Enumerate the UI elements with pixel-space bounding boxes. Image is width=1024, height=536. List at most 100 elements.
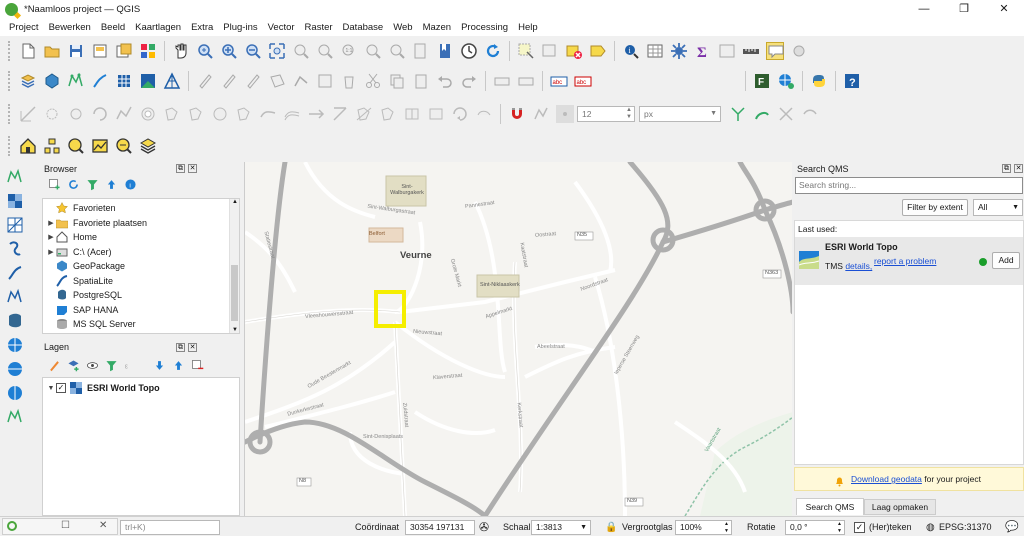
messages-icon[interactable]: 💬	[1005, 520, 1019, 535]
menu-vector[interactable]: Vector	[268, 22, 295, 33]
scale-input[interactable]: 1:3813 ▼	[531, 520, 591, 535]
reshape-features-icon[interactable]	[259, 105, 277, 123]
open-project-icon[interactable]	[43, 42, 61, 60]
tab-search-qms[interactable]: Search QMS	[796, 498, 864, 515]
refresh-browser-icon[interactable]	[67, 178, 80, 191]
rotate-point-symbols-icon[interactable]	[451, 105, 469, 123]
menu-bewerken[interactable]: Bewerken	[49, 22, 91, 33]
browser-item-favorieten[interactable]: Favorieten	[43, 201, 239, 216]
add-service-button[interactable]: Add	[992, 252, 1020, 269]
browser-item-home[interactable]: ▶ Home	[43, 230, 239, 245]
paste-features-icon[interactable]	[412, 72, 430, 90]
expand-arrow-icon[interactable]: ▶	[46, 233, 56, 241]
save-project-icon[interactable]	[67, 42, 85, 60]
rotate-feature-icon[interactable]	[91, 105, 109, 123]
browser-item-ms-sql-server[interactable]: MS SQL Server	[43, 317, 239, 332]
add-postgis-icon[interactable]	[6, 312, 24, 330]
refresh-icon[interactable]	[484, 42, 502, 60]
expand-arrow-icon[interactable]: ▶	[46, 219, 56, 227]
add-virtual-icon[interactable]	[6, 288, 24, 306]
metasearch-icon[interactable]	[777, 72, 795, 90]
collapse-all-icon[interactable]	[105, 178, 118, 191]
search-location-icon[interactable]	[67, 137, 85, 155]
open-field-calculator-icon[interactable]	[718, 42, 736, 60]
menu-web[interactable]: Web	[393, 22, 412, 33]
qms-close-button[interactable]: ✕	[1014, 164, 1023, 173]
new-print-layout-icon[interactable]	[91, 42, 109, 60]
select-expression-icon[interactable]	[589, 42, 607, 60]
tracing-icon[interactable]	[801, 105, 819, 123]
bookmarks-icon[interactable]	[412, 42, 430, 60]
label-settings-icon[interactable]	[517, 72, 535, 90]
python-console-icon[interactable]	[810, 72, 828, 90]
menu-extra[interactable]: Extra	[191, 22, 213, 33]
zoom-search-icon[interactable]	[115, 137, 133, 155]
add-part-icon[interactable]	[163, 105, 181, 123]
data-source-manager-icon[interactable]	[19, 72, 37, 90]
layers-float-button[interactable]: ⧉	[176, 343, 185, 352]
circular-string-icon[interactable]	[43, 105, 61, 123]
self-snapping-icon[interactable]	[753, 105, 771, 123]
split-features-icon[interactable]	[355, 105, 373, 123]
delete-selected-icon[interactable]	[340, 72, 358, 90]
add-mesh-layer-icon[interactable]	[163, 72, 181, 90]
layer-visibility-checkbox[interactable]: ✓	[56, 383, 66, 394]
render-checkbox[interactable]: ✓	[854, 522, 865, 533]
qms-filter-select[interactable]: All ▼	[973, 199, 1023, 216]
menu-raster[interactable]: Raster	[305, 22, 333, 33]
field-calculator-icon[interactable]: F	[753, 72, 771, 90]
browser-item-geopackage[interactable]: GeoPackage	[43, 259, 239, 274]
layers-stack-icon[interactable]	[139, 137, 157, 155]
undo-icon[interactable]	[436, 72, 454, 90]
expand-arrow-icon[interactable]: ▶	[46, 248, 56, 256]
locator-restore-icon[interactable]: ☐	[61, 520, 70, 531]
coordinate-input[interactable]: 30354 197131	[405, 520, 475, 535]
toggle-editing-icon[interactable]	[220, 72, 238, 90]
browser-item-spatialite[interactable]: SpatiaLite	[43, 274, 239, 289]
add-vector-layer-icon[interactable]	[6, 168, 24, 186]
properties-icon[interactable]: i	[124, 178, 137, 191]
copy-features-icon[interactable]	[388, 72, 406, 90]
zoom-last-icon[interactable]	[364, 42, 382, 60]
layer-row-esri-world-topo[interactable]: ▼ ✓ ESRI World Topo	[43, 381, 239, 396]
add-wms-icon[interactable]	[6, 336, 24, 354]
new-virtual-layer-icon[interactable]	[115, 72, 133, 90]
trim-extend-icon[interactable]	[331, 105, 349, 123]
menu-processing[interactable]: Processing	[461, 22, 508, 33]
menu-kaartlagen[interactable]: Kaartlagen	[135, 22, 181, 33]
menu-help[interactable]: Help	[518, 22, 538, 33]
home-tool-icon[interactable]	[19, 137, 37, 155]
filter-expression-icon[interactable]: ε	[124, 359, 137, 372]
new-vector-layer-icon[interactable]	[6, 408, 24, 426]
snap-tolerance-input[interactable]: 12 ▲ ▼	[577, 106, 635, 122]
qms-search-input[interactable]: Search string...	[795, 177, 1023, 194]
map-tips-icon[interactable]	[766, 42, 784, 60]
pan-map-icon[interactable]	[172, 42, 190, 60]
simplify-feature-icon[interactable]	[115, 105, 133, 123]
save-edits-icon[interactable]	[244, 72, 262, 90]
layer-labeling-icon[interactable]: abc	[550, 72, 568, 90]
reverse-line-icon[interactable]	[307, 105, 325, 123]
browser-item-c-acer[interactable]: ▶ C:\ (Acer)	[43, 245, 239, 260]
collapse-layers-icon[interactable]	[172, 359, 185, 372]
report-problem-link[interactable]: report a problem	[874, 256, 936, 266]
expand-all-icon[interactable]	[153, 359, 166, 372]
select-by-value-icon[interactable]	[541, 42, 559, 60]
toggle-extents-icon[interactable]: ✇	[479, 520, 489, 534]
magnifier-input[interactable]: 100% ▲ ▼	[675, 520, 732, 535]
locator-tab[interactable]: ☐ ✕	[2, 518, 118, 535]
snapping-mode-icon[interactable]	[532, 105, 550, 123]
menu-beeld[interactable]: Beeld	[101, 22, 125, 33]
shape-digitizing-icon[interactable]	[67, 105, 85, 123]
snapping-magnet-icon[interactable]	[508, 105, 526, 123]
identify-features-icon[interactable]: i	[622, 42, 640, 60]
processing-toolbox-icon[interactable]	[670, 42, 688, 60]
download-geodata-link[interactable]: Download geodata	[851, 474, 922, 484]
menu-plugins[interactable]: Plug-ins	[223, 22, 257, 33]
browser-item-postgresql[interactable]: PostgreSQL	[43, 288, 239, 303]
advanced-digitizing-icon[interactable]	[19, 105, 37, 123]
merge-features-icon[interactable]	[403, 105, 421, 123]
add-spatialite-icon[interactable]	[6, 264, 24, 282]
add-wcs-icon[interactable]	[6, 360, 24, 378]
offset-point-symbols-icon[interactable]	[475, 105, 493, 123]
